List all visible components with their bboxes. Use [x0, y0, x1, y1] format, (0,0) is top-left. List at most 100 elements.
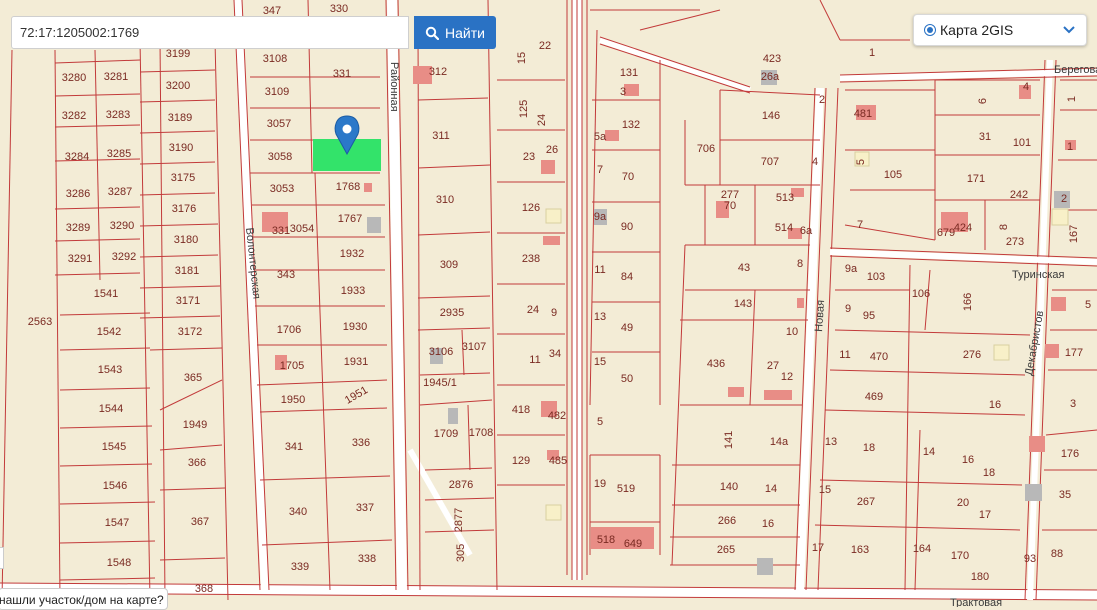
- parcel-label: 485: [549, 455, 567, 467]
- parcel-label: 43: [738, 262, 750, 274]
- parcel-label: 166: [962, 293, 974, 311]
- parcel-label: 1931: [344, 356, 368, 368]
- parcel-label: 3180: [174, 234, 198, 246]
- side-tab[interactable]: [0, 547, 4, 569]
- map-layer-select[interactable]: Карта 2GIS: [913, 14, 1087, 46]
- parcel-label: 424: [954, 222, 972, 234]
- parcel-label: 14а: [770, 436, 789, 448]
- parcel-label: 518: [597, 534, 615, 546]
- parcel-label: 3286: [66, 188, 90, 200]
- parcel-label: 14: [765, 483, 777, 495]
- chevron-down-icon: [1063, 26, 1075, 34]
- parcel-label: 163: [851, 544, 869, 556]
- parcel-label: 340: [289, 506, 307, 518]
- parcel-label: 170: [951, 550, 969, 562]
- parcel-label: 31: [979, 131, 991, 143]
- parcel-label: 13: [594, 311, 606, 323]
- parcel-label: 1705: [280, 360, 304, 372]
- parcel-label: 1708: [469, 427, 493, 439]
- parcel-label: 423: [763, 53, 781, 65]
- parcel-label: 1546: [103, 480, 127, 492]
- parcel-label: 12: [781, 371, 793, 383]
- parcel-label: 3199: [166, 48, 190, 60]
- parcel-label: 2876: [449, 479, 473, 491]
- parcel-label: 20: [957, 497, 969, 509]
- parcel-label: 8: [797, 258, 803, 270]
- parcel-label: 339: [291, 561, 309, 573]
- parcel-label: 4: [812, 156, 818, 168]
- parcel-label: 11: [839, 349, 850, 361]
- parcel-label: 2935: [440, 307, 464, 319]
- parcel-label: 679: [937, 227, 955, 239]
- parcel-label: 167: [1068, 225, 1080, 243]
- radio-selected-icon: [924, 24, 936, 36]
- search-icon: [425, 26, 440, 40]
- search-input[interactable]: [12, 17, 408, 48]
- parcel-label: 125: [518, 100, 530, 118]
- parcel-label: 3292: [112, 251, 136, 263]
- parcel-label: 3282: [62, 110, 86, 122]
- parcel-label: 338: [358, 553, 376, 565]
- parcel-label: 367: [191, 516, 209, 528]
- parcel-label: 15: [594, 356, 606, 368]
- parcel-label: 146: [762, 110, 780, 122]
- parcel-label: 365: [184, 372, 202, 384]
- parcel-label: 3057: [267, 118, 291, 130]
- parcel-label: 337: [356, 502, 374, 514]
- parcel-label: 35: [1059, 489, 1071, 501]
- parcel-label: 3289: [66, 222, 90, 234]
- parcel-label: 24: [536, 114, 548, 126]
- parcel-label: 131: [620, 67, 638, 79]
- parcel-label: 49: [621, 322, 633, 334]
- parcel-label: 3283: [106, 109, 130, 121]
- parcel-label: 3109: [265, 86, 289, 98]
- parcel-label: 3054: [290, 223, 314, 235]
- parcel-label: 26а: [761, 71, 780, 83]
- parcel-label: 309: [440, 259, 458, 271]
- parcel-label: 3106: [429, 346, 453, 358]
- parcel-label: 3107: [462, 341, 486, 353]
- parcel-label: 1945/1: [423, 377, 457, 389]
- parcel-label: 331: [333, 68, 351, 80]
- parcel-label: 140: [720, 481, 738, 493]
- street-label-novaya: Новая: [813, 300, 827, 333]
- parcel-label: 1548: [107, 557, 131, 569]
- parcel-label: 336: [352, 437, 370, 449]
- parcel-label: 95: [863, 310, 875, 322]
- parcel-label: 1: [869, 47, 875, 59]
- parcel-label: 418: [512, 404, 530, 416]
- parcel-label: 3280: [62, 72, 86, 84]
- find-button[interactable]: Найти: [414, 16, 496, 49]
- parcel-label: 707: [761, 156, 779, 168]
- parcel-label: 1932: [340, 248, 364, 260]
- parcel-label: 9а: [845, 263, 858, 275]
- parcel-label: 18: [983, 467, 995, 479]
- parcel-label: 273: [1006, 236, 1024, 248]
- parcel-label: 3: [620, 86, 626, 98]
- parcel-label: 9: [845, 303, 851, 315]
- parcel-label: 3200: [166, 80, 190, 92]
- parcel-label: 341: [285, 441, 303, 453]
- parcel-label: 26: [546, 144, 558, 156]
- parcel-label: 88: [1051, 548, 1063, 560]
- parcel-label: 310: [436, 194, 454, 206]
- parcel-label: 105: [884, 169, 902, 181]
- parcel-label: 242: [1010, 189, 1028, 201]
- search-field[interactable]: [11, 16, 409, 49]
- parcel-label: 16: [762, 518, 774, 530]
- parcel-label: 2: [1061, 193, 1067, 205]
- parcel-label: 469: [865, 391, 883, 403]
- parcel-label: 101: [1013, 137, 1031, 149]
- parcel-label: 3189: [168, 112, 192, 124]
- street-label-turinskaya: Туринская: [1012, 269, 1064, 281]
- parcel-label: 3285: [107, 148, 131, 160]
- parcel-label: 93: [1024, 553, 1036, 565]
- parcel-label: 10: [786, 326, 798, 338]
- parcel-label: 50: [621, 373, 633, 385]
- street-label-traktovaya: Трактовая: [950, 597, 1002, 607]
- cadastral-map[interactable]: 347 330310833131993280 32813200 31093282 328…: [0, 0, 1097, 607]
- parcel-label: 1950: [281, 394, 305, 406]
- parcel-label: 1: [1067, 141, 1073, 153]
- find-button-label: Найти: [445, 24, 485, 41]
- parcel-label: 1541: [94, 288, 118, 300]
